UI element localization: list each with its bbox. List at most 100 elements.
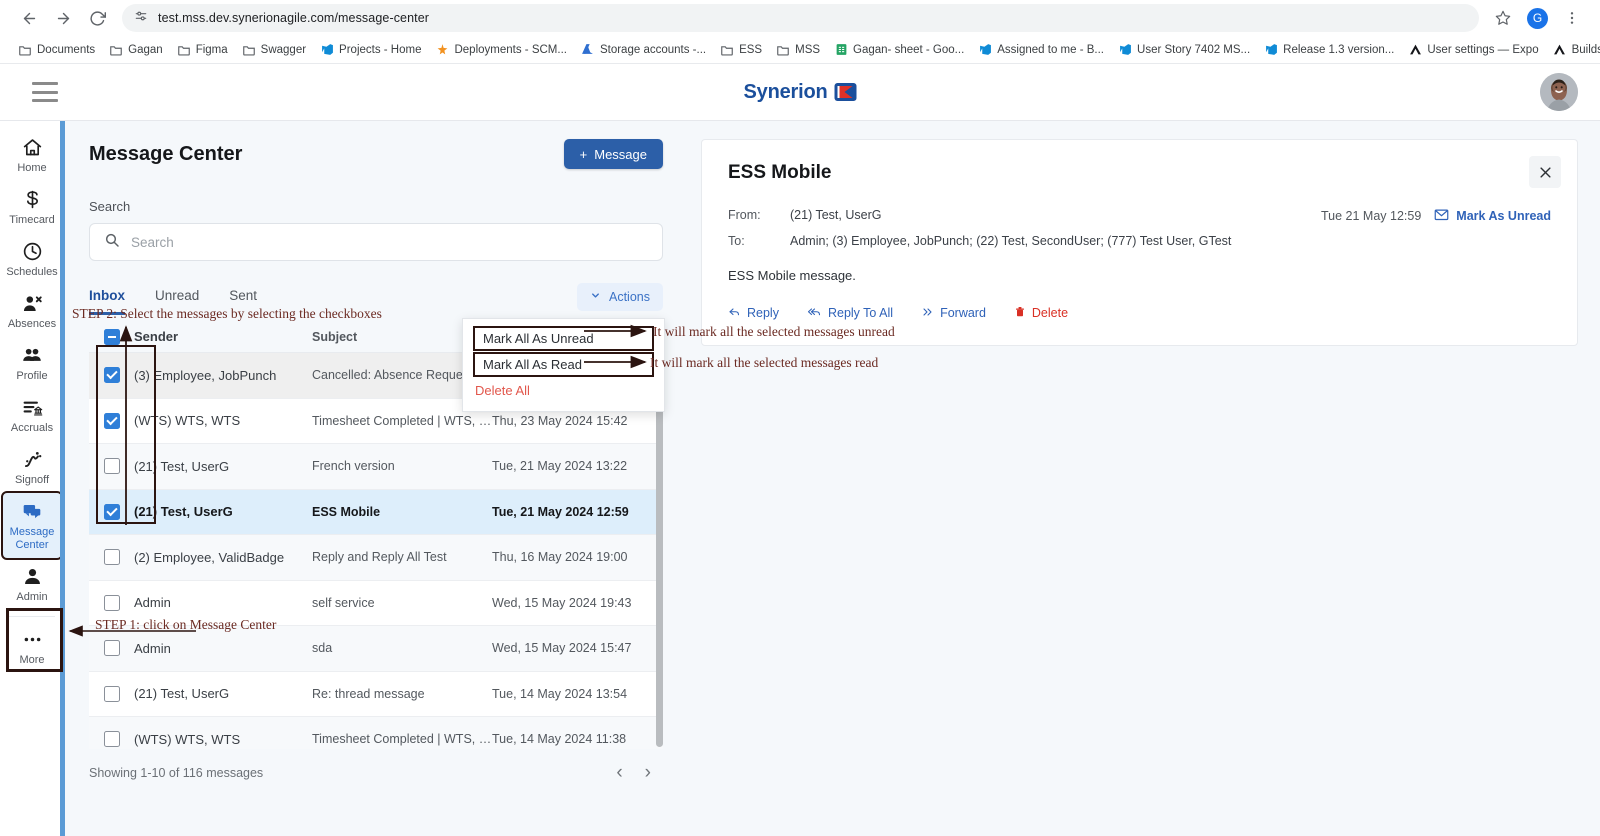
table-row[interactable]: (WTS) WTS, WTS Timesheet Completed | WTS,…: [89, 717, 663, 749]
forward-button[interactable]: [48, 3, 78, 33]
chrome-profile-avatar[interactable]: G: [1527, 7, 1548, 29]
bookmark-item[interactable]: Documents: [12, 40, 101, 60]
pagination-buttons: ‹ ›: [616, 763, 661, 782]
message-rows: (3) Employee, JobPunch Cancelled: Absence…: [89, 353, 663, 749]
bookmark-item[interactable]: Figma: [171, 40, 234, 60]
bookmark-label: Assigned to me - B...: [997, 43, 1105, 56]
sidebar-item-label: Signoff: [14, 474, 50, 486]
bookmark-item[interactable]: Gagan- sheet - Goo...: [828, 40, 970, 60]
row-checkbox[interactable]: [103, 367, 120, 384]
close-icon[interactable]: [1529, 156, 1561, 188]
message-list-panel: Message Center + Message Search Inbox Unr…: [65, 121, 687, 836]
hamburger-icon[interactable]: [32, 82, 58, 102]
row-checkbox[interactable]: [103, 549, 120, 566]
row-checkbox-cell[interactable]: [89, 458, 134, 475]
forward-button[interactable]: Forward: [921, 306, 986, 321]
sidebar-item-more[interactable]: More: [3, 621, 61, 673]
bookmark-label: Documents: [37, 43, 96, 56]
table-row[interactable]: Admin self service Wed, 15 May 2024 19:43: [89, 580, 663, 626]
tab-sent[interactable]: Sent: [229, 288, 257, 315]
search-input[interactable]: [131, 234, 648, 250]
dropdown-item-mark-all-as-read[interactable]: Mark All As Read: [473, 352, 654, 377]
delete-button[interactable]: Delete: [1014, 305, 1068, 321]
bookmark-item[interactable]: Release 1.3 version...: [1258, 40, 1400, 60]
row-checkbox-cell[interactable]: [89, 731, 134, 748]
row-checkbox[interactable]: [103, 458, 120, 475]
tab-unread[interactable]: Unread: [155, 288, 199, 315]
row-checkbox[interactable]: [103, 503, 120, 520]
row-checkbox[interactable]: [103, 412, 120, 429]
bookmark-item[interactable]: Swagger: [236, 40, 312, 60]
user-avatar[interactable]: [1540, 73, 1578, 111]
actions-button[interactable]: Actions: [577, 283, 663, 311]
actions-label: Actions: [609, 290, 650, 304]
table-row[interactable]: (21) Test, UserG ESS Mobile Tue, 21 May 20…: [89, 489, 663, 535]
row-checkbox-cell[interactable]: [89, 367, 134, 384]
reply-to-all-button[interactable]: Reply To All: [807, 306, 893, 321]
cell-subject: self service: [312, 595, 375, 610]
cell-sender: (WTS) WTS, WTS: [134, 413, 241, 429]
row-checkbox-cell[interactable]: [89, 412, 134, 429]
bookmark-item[interactable]: ESS: [714, 40, 768, 60]
brand-name: Synerion: [743, 80, 828, 103]
sidebar-item-absences[interactable]: Absences: [3, 285, 61, 337]
prev-page-button[interactable]: ‹: [616, 763, 622, 782]
sidebar-item-admin[interactable]: Admin: [3, 558, 61, 610]
bookmark-item[interactable]: MSS: [770, 40, 826, 60]
sheets-icon: [834, 43, 848, 57]
site-settings-icon[interactable]: [134, 9, 148, 28]
search-box[interactable]: [89, 223, 663, 261]
table-row[interactable]: (21) Test, UserG Re: thread message Tue, 1…: [89, 671, 663, 717]
bookmark-item[interactable]: Projects - Home: [314, 40, 427, 60]
sidebar-item-home[interactable]: Home: [3, 129, 61, 181]
back-button[interactable]: [14, 3, 44, 33]
bookmark-label: User Story 7402 MS...: [1137, 43, 1251, 56]
bookmark-item[interactable]: Builds — @synerion...: [1547, 40, 1600, 60]
row-checkbox-cell[interactable]: [89, 549, 134, 566]
dropdown-item-mark-all-as-unread[interactable]: Mark All As Unread: [473, 326, 654, 351]
sidebar-item-accruals[interactable]: Accruals: [3, 389, 61, 441]
select-all-cell[interactable]: [89, 328, 134, 345]
row-checkbox-cell[interactable]: [89, 594, 134, 611]
bookmark-item[interactable]: Deployments - SCM...: [429, 40, 572, 60]
reply-button[interactable]: Reply: [728, 306, 779, 321]
table-row[interactable]: Admin sda Wed, 15 May 2024 15:47: [89, 626, 663, 672]
sidebar-item-schedules[interactable]: Schedules: [3, 233, 61, 285]
row-checkbox[interactable]: [103, 685, 120, 702]
table-row[interactable]: (21) Test, UserG French version Tue, 21 Ma…: [89, 444, 663, 490]
address-bar[interactable]: test.mss.dev.synerionagile.com/message-c…: [122, 4, 1479, 32]
sidebar-item-signoff[interactable]: Signoff: [3, 441, 61, 493]
sidebar-item-profile[interactable]: Profile: [3, 337, 61, 389]
dropdown-item-delete-all[interactable]: Delete All: [463, 378, 664, 403]
tab-inbox[interactable]: Inbox: [89, 288, 125, 315]
chrome-menu-icon[interactable]: [1558, 4, 1586, 32]
cell-date: Thu, 23 May 2024 15:42: [492, 413, 628, 428]
actions-dropdown-menu[interactable]: Mark All As Unread Mark All As Read Delete…: [462, 318, 665, 412]
detail-date: Tue 21 May 12:59: [1320, 209, 1422, 223]
message-list-scrollbar[interactable]: [656, 357, 663, 747]
sidebar-item-label: Absences: [7, 318, 57, 330]
sidebar-divider: [9, 616, 55, 617]
bookmark-item[interactable]: User Story 7402 MS...: [1112, 40, 1256, 60]
bookmark-star-icon[interactable]: [1489, 4, 1517, 32]
row-checkbox[interactable]: [103, 640, 120, 657]
row-checkbox-cell[interactable]: [89, 640, 134, 657]
bookmark-item[interactable]: User settings — Expo: [1402, 40, 1544, 60]
sidebar-item-message-center[interactable]: Message Center: [1, 491, 63, 560]
reload-button[interactable]: [82, 3, 112, 33]
table-row[interactable]: (2) Employee, ValidBadge Reply and Reply …: [89, 535, 663, 581]
bookmark-item[interactable]: Storage accounts -...: [575, 40, 712, 60]
row-checkbox[interactable]: [103, 594, 120, 611]
bookmark-item[interactable]: Assigned to me - B...: [972, 40, 1110, 60]
mark-as-unread-button[interactable]: Mark As Unread: [1434, 208, 1551, 224]
sidebar-item-timecard[interactable]: Timecard: [3, 181, 61, 233]
column-header-sender: Sender: [134, 329, 179, 344]
row-checkbox-cell[interactable]: [89, 503, 134, 520]
row-checkbox[interactable]: [103, 731, 120, 748]
select-all-checkbox[interactable]: [103, 328, 120, 345]
cell-subject: Timesheet Completed | WTS, WTS ...: [312, 732, 492, 747]
bookmark-item[interactable]: Gagan: [103, 40, 169, 60]
new-message-button[interactable]: + Message: [563, 139, 663, 169]
row-checkbox-cell[interactable]: [89, 685, 134, 702]
next-page-button[interactable]: ›: [645, 763, 651, 782]
